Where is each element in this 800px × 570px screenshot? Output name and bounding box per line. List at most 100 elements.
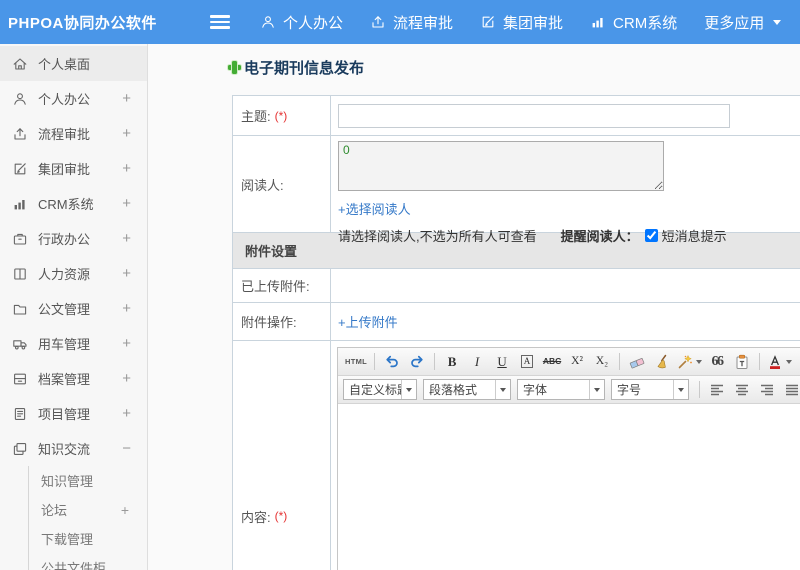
sidebar-subitem-public-files[interactable]: 公共文件柜 xyxy=(29,553,147,570)
topnav-item-workflow-approval[interactable]: 流程审批 xyxy=(370,12,453,33)
upload-attachment-link[interactable]: +上传附件 xyxy=(338,312,398,331)
page-title: 电子期刊信息发布 xyxy=(228,57,364,78)
align-justify-icon[interactable] xyxy=(780,379,800,400)
blockquote-button-glyph: 66 xyxy=(711,353,725,369)
caret-down-icon xyxy=(401,380,416,399)
bold-button-glyph: B xyxy=(447,354,457,369)
strikethrough-button[interactable]: ABC xyxy=(540,351,564,372)
topnav-item-group-approval[interactable]: 集团审批 xyxy=(480,12,563,33)
sidebar-subitem-knowledge-mgmt[interactable]: 知识管理 xyxy=(29,466,147,495)
highlight-color-icon[interactable] xyxy=(795,351,800,372)
expand-icon[interactable]: + xyxy=(122,126,131,141)
chart-icon xyxy=(12,196,28,212)
format-brush-icon[interactable] xyxy=(650,351,674,372)
readers-hint: 请选择阅读人,不选为所有人可查看 xyxy=(338,229,537,244)
sidebar-item-label: CRM系统 xyxy=(38,197,94,212)
underline-button[interactable]: U xyxy=(490,351,514,372)
align-left-icon[interactable] xyxy=(705,379,729,400)
font-family-select[interactable]: 字体 xyxy=(517,379,605,400)
required-mark: (*) xyxy=(274,509,288,523)
topnav-label: 更多应用 xyxy=(704,14,765,32)
char-border-button[interactable]: A xyxy=(515,351,539,372)
sidebar-subitem-download-mgmt[interactable]: 下载管理 xyxy=(29,524,147,553)
sidebar-item-vehicle[interactable]: 用车管理 + xyxy=(0,326,147,361)
expand-icon[interactable]: + xyxy=(122,406,131,421)
page-title-text: 电子期刊信息发布 xyxy=(244,60,365,77)
sidebar-item-workflow-approval[interactable]: 流程审批 + xyxy=(0,116,147,151)
font-size-select[interactable]: 字号 xyxy=(611,379,689,400)
font-family-select-value: 字体 xyxy=(523,383,548,397)
expand-icon[interactable]: + xyxy=(122,301,131,316)
sidebar-item-group-approval[interactable]: 集团审批 + xyxy=(0,151,147,186)
subscript-button[interactable]: X₂ xyxy=(590,351,614,372)
sms-notify-checkbox[interactable] xyxy=(644,229,658,242)
align-right-icon[interactable] xyxy=(755,379,779,400)
char-border-button-glyph: A xyxy=(520,355,534,368)
sidebar-item-knowledge[interactable]: 知识交流 − xyxy=(0,431,147,466)
readers-textarea[interactable]: 0 xyxy=(338,141,664,191)
topnav-item-personal-office[interactable]: 个人办公 xyxy=(260,12,343,33)
editor-content-area[interactable] xyxy=(338,404,800,570)
topnav-item-crm[interactable]: CRM系统 xyxy=(590,12,677,33)
undo-icon[interactable] xyxy=(380,351,404,372)
auto-typeset-icon xyxy=(677,354,693,370)
sidebar-item-archives[interactable]: 档案管理 + xyxy=(0,361,147,396)
sidebar-item-label: 项目管理 xyxy=(38,407,91,422)
briefcase-icon xyxy=(12,231,28,247)
sidebar-subitem-label: 下载管理 xyxy=(41,532,94,547)
format-brush-icon xyxy=(654,354,670,370)
subject-input[interactable] xyxy=(338,103,730,128)
custom-title-select-value: 自定义标题 xyxy=(349,383,401,397)
expand-icon[interactable]: + xyxy=(122,336,131,351)
menu-toggle-icon[interactable] xyxy=(210,15,230,29)
sidebar-item-label: 行政办公 xyxy=(38,232,91,247)
topnav-label: 集团审批 xyxy=(503,14,564,32)
sidebar-item-hr[interactable]: 人力资源 + xyxy=(0,256,147,291)
expand-icon[interactable]: + xyxy=(121,503,129,517)
redo-icon[interactable] xyxy=(405,351,429,372)
sidebar-item-official-docs[interactable]: 公文管理 + xyxy=(0,291,147,326)
expand-icon[interactable]: + xyxy=(122,231,131,246)
italic-button[interactable]: I xyxy=(465,351,489,372)
sidebar-item-crm[interactable]: CRM系统 + xyxy=(0,186,147,221)
readers-row: 阅读人: 0 +选择阅读人 请选择阅读人,不选为所有人可查看 提醒阅读人： 短消… xyxy=(233,136,800,244)
source-code-button[interactable]: HTML xyxy=(343,351,369,372)
toolbar-separator xyxy=(759,353,761,370)
sidebar-subitem-label: 论坛 xyxy=(41,503,68,518)
uploaded-attachments-label: 已上传附件: xyxy=(233,269,331,302)
toolbar-separator xyxy=(434,353,436,370)
paste-plain-text-icon[interactable] xyxy=(730,351,754,372)
choose-readers-link[interactable]: +选择阅读人 xyxy=(338,199,411,218)
font-color-icon[interactable] xyxy=(765,351,794,372)
blockquote-button[interactable]: 66 xyxy=(705,351,729,372)
add-icon xyxy=(228,61,241,74)
underline-button-glyph: U xyxy=(497,354,507,369)
sidebar-item-label: 集团审批 xyxy=(38,162,91,177)
font-color-icon xyxy=(767,354,783,370)
subscript-button-glyph: X₂ xyxy=(595,354,609,367)
paragraph-format-select[interactable]: 段落格式 xyxy=(423,379,511,400)
auto-typeset-icon[interactable] xyxy=(675,351,704,372)
expand-icon[interactable]: + xyxy=(122,91,131,106)
edit-icon xyxy=(480,14,496,30)
expand-icon[interactable]: + xyxy=(122,266,131,281)
bold-button[interactable]: B xyxy=(440,351,464,372)
sidebar-item-personal-office[interactable]: 个人办公 + xyxy=(0,81,147,116)
toolbar-separator xyxy=(699,381,700,398)
topnav-item-more-apps[interactable]: 更多应用 xyxy=(704,12,782,33)
sidebar-item-projects[interactable]: 项目管理 + xyxy=(0,396,147,431)
remove-format-icon[interactable] xyxy=(625,351,649,372)
paragraph-format-select-value: 段落格式 xyxy=(429,383,478,397)
superscript-button[interactable]: X² xyxy=(565,351,589,372)
expand-icon[interactable]: + xyxy=(122,161,131,176)
caret-down-icon xyxy=(696,359,703,364)
expand-icon[interactable]: + xyxy=(122,196,131,211)
collapse-icon[interactable]: − xyxy=(122,441,131,456)
sidebar-item-label: 知识交流 xyxy=(38,442,91,457)
sidebar-item-admin-office[interactable]: 行政办公 + xyxy=(0,221,147,256)
custom-title-select[interactable]: 自定义标题 xyxy=(343,379,417,400)
sidebar-subitem-forum[interactable]: 论坛 + xyxy=(29,495,147,524)
sidebar-item-desktop[interactable]: 个人桌面 xyxy=(0,46,147,81)
expand-icon[interactable]: + xyxy=(122,371,131,386)
align-center-icon[interactable] xyxy=(730,379,754,400)
